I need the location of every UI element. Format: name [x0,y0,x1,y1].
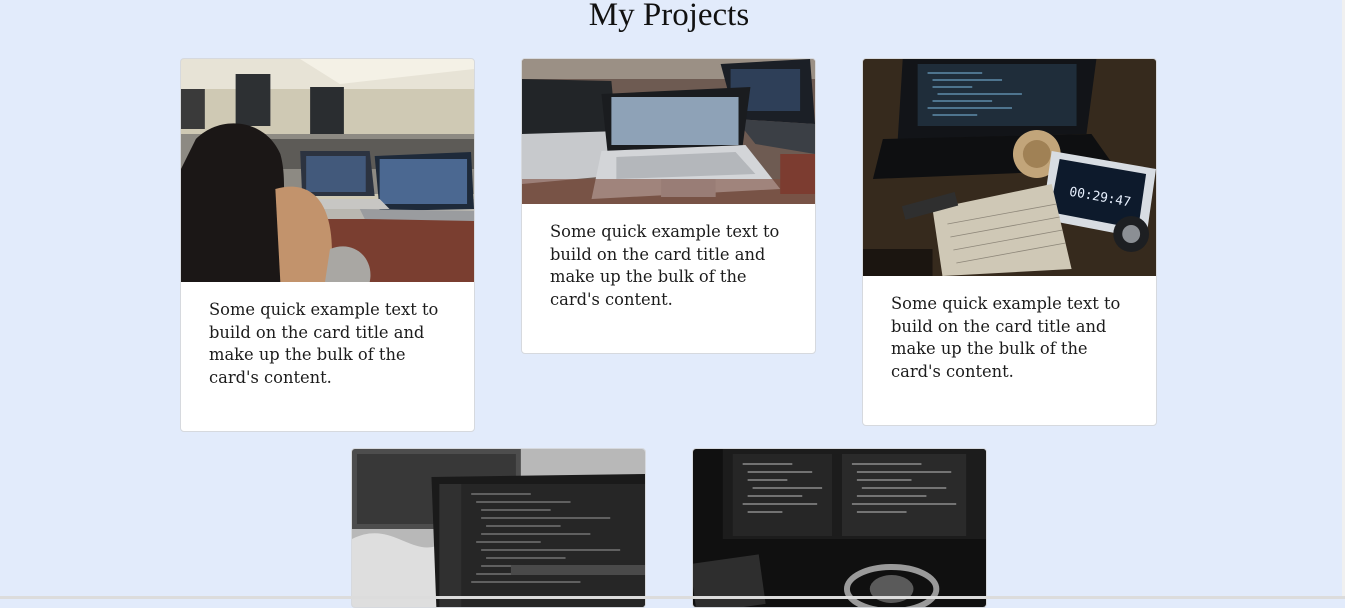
card-image-laptop-bed-code [352,449,645,607]
page-title: My Projects [588,0,750,33]
card-image-night-desk-timer: 00:29:47 [863,59,1156,276]
card-image-laptops-desk [522,59,815,204]
card-text: Some quick example text to build on the … [209,300,439,387]
card-text: Some quick example text to build on the … [891,294,1121,381]
project-card-2: Some quick example text to build on the … [521,58,816,354]
project-card-3: 00:29:47 Some quick example text to buil… [862,58,1157,426]
project-card-1: Some quick example text to build on the … [180,58,475,432]
card-image-classroom [181,59,474,282]
card-image-dark-monitors-headphones [693,449,986,607]
project-card-5 [692,448,987,608]
card-text: Some quick example text to build on the … [550,222,780,309]
project-card-4 [351,448,646,608]
